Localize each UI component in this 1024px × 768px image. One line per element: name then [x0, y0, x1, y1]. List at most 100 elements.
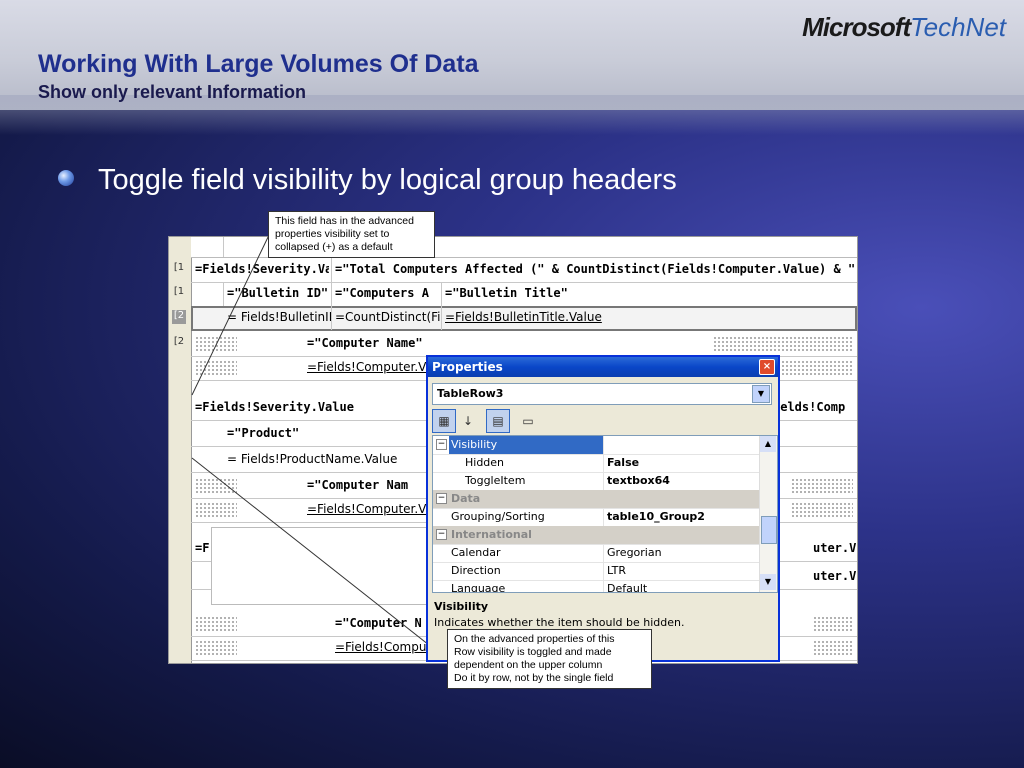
table-row[interactable]: =Fields!Severity.Va ="Total Computers Af…: [191, 258, 857, 283]
property-row-language[interactable]: Language Default: [433, 580, 759, 593]
column-divider: [603, 508, 604, 526]
cell-bulletin-title-header[interactable]: ="Bulletin Title": [445, 286, 745, 300]
cell-computer-value-3[interactable]: =Fields!Compu: [335, 640, 435, 654]
cell-computer-truncated[interactable]: uter.V: [813, 541, 857, 555]
empty-cell-pattern: [195, 616, 237, 632]
scroll-up-icon[interactable]: ▲: [760, 436, 776, 452]
property-value[interactable]: textbox64: [607, 474, 757, 487]
column-divider: [603, 454, 604, 472]
microsoft-technet-logo: MicrosoftTechNet: [802, 12, 1006, 43]
categorized-icon[interactable]: ▦: [432, 409, 456, 433]
callout-top-line-3: collapsed (+) as a default: [275, 241, 393, 253]
cell-computer-right[interactable]: ields!Comp: [773, 400, 855, 414]
property-row-toggleitem[interactable]: ToggleItem textbox64: [433, 472, 759, 491]
logo-microsoft: Microsoft: [802, 12, 911, 42]
cell-total-computers[interactable]: ="Total Computers Affected (" & CountDis…: [335, 262, 855, 276]
cell-bulletin-id-header[interactable]: ="Bulletin ID": [227, 286, 329, 300]
column-divider: [441, 282, 442, 306]
slide-title: Working With Large Volumes Of Data: [38, 50, 479, 78]
property-value[interactable]: LTR: [607, 564, 757, 577]
properties-window[interactable]: Properties × TableRow3 ▼ ▦ ↓ ▤ ▭ − Visib…: [426, 355, 780, 662]
property-grid[interactable]: − Visibility Hidden False ToggleItem tex…: [432, 435, 778, 593]
property-row-direction[interactable]: Direction LTR: [433, 562, 759, 581]
bullet-icon: [58, 170, 74, 186]
property-name: Hidden: [465, 456, 505, 469]
property-value[interactable]: False: [607, 456, 757, 469]
property-row-grouping[interactable]: Grouping/Sorting table10_Group2: [433, 508, 759, 527]
callout-bottom-line-2: Row visibility is toggled and made: [454, 646, 612, 658]
property-row-hidden[interactable]: Hidden False: [433, 454, 759, 473]
group-footer-icon[interactable]: [2: [172, 310, 186, 324]
property-grid-scrollbar[interactable]: ▲ ▼: [759, 436, 777, 592]
logo-technet: TechNet: [910, 12, 1006, 42]
cell-bulletin-id[interactable]: = Fields!BulletinID: [227, 310, 331, 324]
property-pages-icon[interactable]: ▭: [516, 409, 540, 433]
property-name: Direction: [451, 564, 501, 577]
group-header-icon[interactable]: [1: [172, 262, 186, 276]
callout-bottom-line-1: On the advanced properties of this: [454, 633, 615, 645]
callout-bottom-line-4: Do it by row, not by the single field: [454, 672, 614, 684]
column-divider: [603, 580, 604, 592]
group-header-icon[interactable]: [2: [172, 336, 186, 350]
cell-product-header[interactable]: ="Product": [227, 426, 387, 440]
column-divider: [603, 436, 604, 454]
cell-severity-value[interactable]: =Fields!Severity.Value: [195, 400, 415, 414]
alphabetical-sort-icon[interactable]: ↓: [456, 409, 480, 433]
cell-computer-name-header-3[interactable]: ="Computer N: [335, 616, 435, 630]
property-row-visibility[interactable]: − Visibility: [433, 436, 759, 455]
column-divider: [331, 306, 332, 330]
row-handle-gutter: [169, 237, 192, 663]
property-name: Calendar: [451, 546, 501, 559]
property-name: Language: [451, 582, 506, 593]
cell-computer-value[interactable]: =Fields!Computer.V: [307, 360, 427, 374]
cell-severity[interactable]: =Fields!Severity.Va: [195, 262, 329, 276]
category-name: Data: [451, 492, 481, 505]
table-row[interactable]: ="Bulletin ID" ="Computers A ="Bulletin …: [191, 282, 857, 307]
collapse-icon[interactable]: −: [436, 529, 447, 540]
callout-bottom-line-3: dependent on the upper column: [454, 659, 603, 671]
cell-computer-name-header[interactable]: ="Computer Name": [307, 336, 447, 350]
property-row-calendar[interactable]: Calendar Gregorian: [433, 544, 759, 563]
properties-titlebar[interactable]: Properties ×: [428, 357, 778, 377]
property-value[interactable]: Gregorian: [607, 546, 757, 559]
cell-computers-header[interactable]: ="Computers A: [335, 286, 439, 300]
column-divider: [331, 258, 332, 282]
object-selector-value: TableRow3: [437, 387, 504, 400]
cell-product-name[interactable]: = Fields!ProductName.Value: [227, 452, 437, 466]
scroll-thumb[interactable]: [761, 516, 777, 544]
column-divider: [603, 472, 604, 490]
cell-computer-name-header-2[interactable]: ="Computer Nam: [307, 478, 431, 492]
property-name: ToggleItem: [465, 474, 526, 487]
property-value[interactable]: table10_Group2: [607, 510, 757, 523]
table-row[interactable]: ="Computer Name": [191, 332, 857, 357]
cell-computer-truncated-2[interactable]: uter.V: [813, 569, 857, 583]
empty-cell-pattern: [791, 478, 853, 494]
cell-computer-value-2[interactable]: =Fields!Computer.V: [307, 502, 427, 516]
close-icon[interactable]: ×: [759, 359, 775, 375]
empty-cell-pattern: [195, 478, 237, 494]
scroll-down-icon[interactable]: ▼: [760, 574, 776, 590]
cell-bulletin-title[interactable]: =Fields!BulletinTitle.Value: [445, 310, 745, 324]
property-name: Grouping/Sorting: [451, 510, 545, 523]
column-divider: [441, 306, 442, 330]
empty-cell-pattern: [791, 502, 853, 518]
property-category-international[interactable]: − International: [433, 526, 759, 545]
empty-cell-pattern: [195, 502, 237, 518]
empty-cell-pattern: [713, 336, 853, 352]
callout-top: This field has in the advanced propertie…: [268, 211, 435, 258]
collapse-icon[interactable]: −: [436, 439, 447, 450]
empty-cell-pattern: [195, 336, 237, 352]
table-row-selected[interactable]: = Fields!BulletinID =CountDistinct(Fi =F…: [191, 306, 857, 331]
property-category-data[interactable]: − Data: [433, 490, 759, 509]
column-divider: [603, 562, 604, 580]
column-divider: [603, 544, 604, 562]
bullet-text: Toggle field visibility by logical group…: [98, 164, 677, 196]
cell-computer-count[interactable]: =CountDistinct(Fi: [335, 310, 441, 324]
group-header-icon[interactable]: [1: [172, 286, 186, 300]
object-selector[interactable]: TableRow3 ▼: [432, 383, 772, 405]
column-divider: [331, 282, 332, 306]
properties-page-icon[interactable]: ▤: [486, 409, 510, 433]
property-value[interactable]: Default: [607, 582, 757, 592]
chevron-down-icon[interactable]: ▼: [752, 385, 770, 403]
collapse-icon[interactable]: −: [436, 493, 447, 504]
